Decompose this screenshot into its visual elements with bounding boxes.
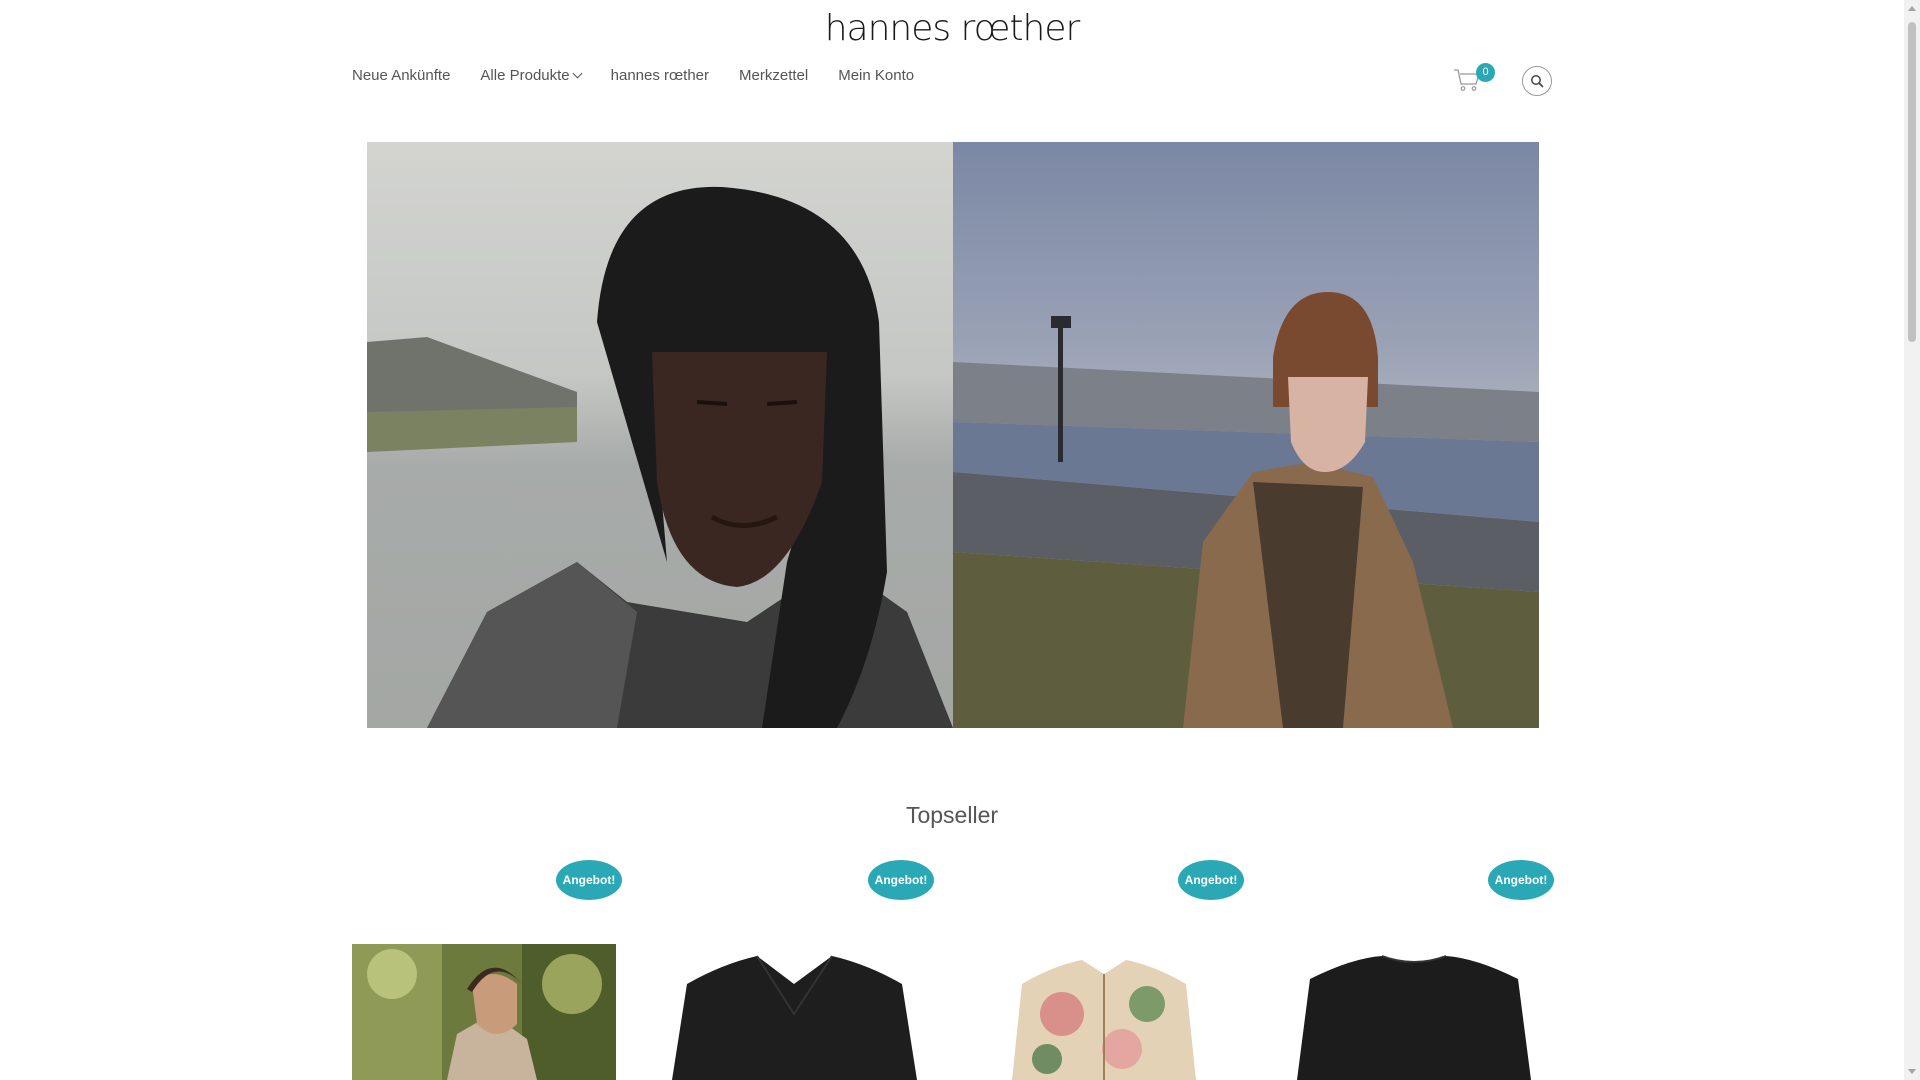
nav-item-mein-konto[interactable]: Mein Konto bbox=[838, 67, 914, 84]
sale-badge: Angebot! bbox=[868, 860, 934, 900]
vertical-scrollbar[interactable] bbox=[1904, 0, 1920, 1080]
scroll-down-icon[interactable] bbox=[1908, 1069, 1916, 1074]
scrollbar-thumb[interactable] bbox=[1908, 22, 1916, 342]
sale-badge: Angebot! bbox=[556, 860, 622, 900]
product-image[interactable] bbox=[1282, 944, 1546, 1080]
section-title-topseller: Topseller bbox=[905, 802, 999, 828]
hero-photo-left bbox=[367, 142, 953, 728]
chevron-down-icon bbox=[572, 68, 583, 79]
product-image[interactable] bbox=[662, 944, 926, 1080]
hero-image-left[interactable] bbox=[367, 142, 953, 728]
nav-item-alle-produkte[interactable]: Alle Produkte bbox=[480, 67, 583, 84]
nav-label: Mein Konto bbox=[838, 67, 915, 84]
nav-label: Alle Produkte bbox=[480, 67, 570, 84]
hero-image-right[interactable] bbox=[953, 142, 1539, 728]
product-image[interactable] bbox=[352, 944, 616, 1080]
product-photo bbox=[662, 944, 926, 1080]
product-photo bbox=[972, 944, 1236, 1080]
product-photo bbox=[352, 944, 616, 1080]
hero-photo-right bbox=[953, 142, 1539, 728]
main-nav: Neue Ankünfte Alle Produkte hannes rœthe… bbox=[352, 67, 944, 84]
product-card[interactable]: Angebot! bbox=[972, 860, 1244, 1080]
nav-label: Neue Ankünfte bbox=[352, 67, 451, 84]
search-button[interactable] bbox=[1522, 66, 1552, 96]
logo-text[interactable]: hannes rœther bbox=[825, 8, 1081, 49]
nav-item-merkzettel[interactable]: Merkzettel bbox=[739, 67, 808, 84]
search-icon bbox=[1531, 75, 1544, 88]
sale-badge: Angebot! bbox=[1178, 860, 1244, 900]
product-card[interactable]: Angebot! bbox=[352, 860, 622, 1080]
product-card[interactable]: Angebot! bbox=[1282, 860, 1554, 1080]
product-card[interactable]: Angebot! bbox=[662, 860, 934, 1080]
scroll-up-icon[interactable] bbox=[1908, 6, 1916, 11]
site-logo[interactable]: hannes rœther bbox=[0, 8, 1904, 49]
nav-item-hannes-roether[interactable]: hannes rœther bbox=[611, 67, 709, 84]
sale-badge: Angebot! bbox=[1488, 860, 1554, 900]
hero-banner bbox=[367, 142, 1539, 728]
nav-item-neue-ankuenfte[interactable]: Neue Ankünfte bbox=[352, 67, 450, 84]
product-image[interactable] bbox=[972, 944, 1236, 1080]
page: hannes rœther Neue Ankünfte Alle Produkt… bbox=[0, 0, 1904, 1080]
nav-label: hannes rœther bbox=[610, 67, 710, 84]
nav-label: Merkzettel bbox=[739, 67, 809, 84]
cart-count-badge[interactable]: 0 bbox=[1476, 63, 1495, 82]
product-photo bbox=[1282, 944, 1546, 1080]
